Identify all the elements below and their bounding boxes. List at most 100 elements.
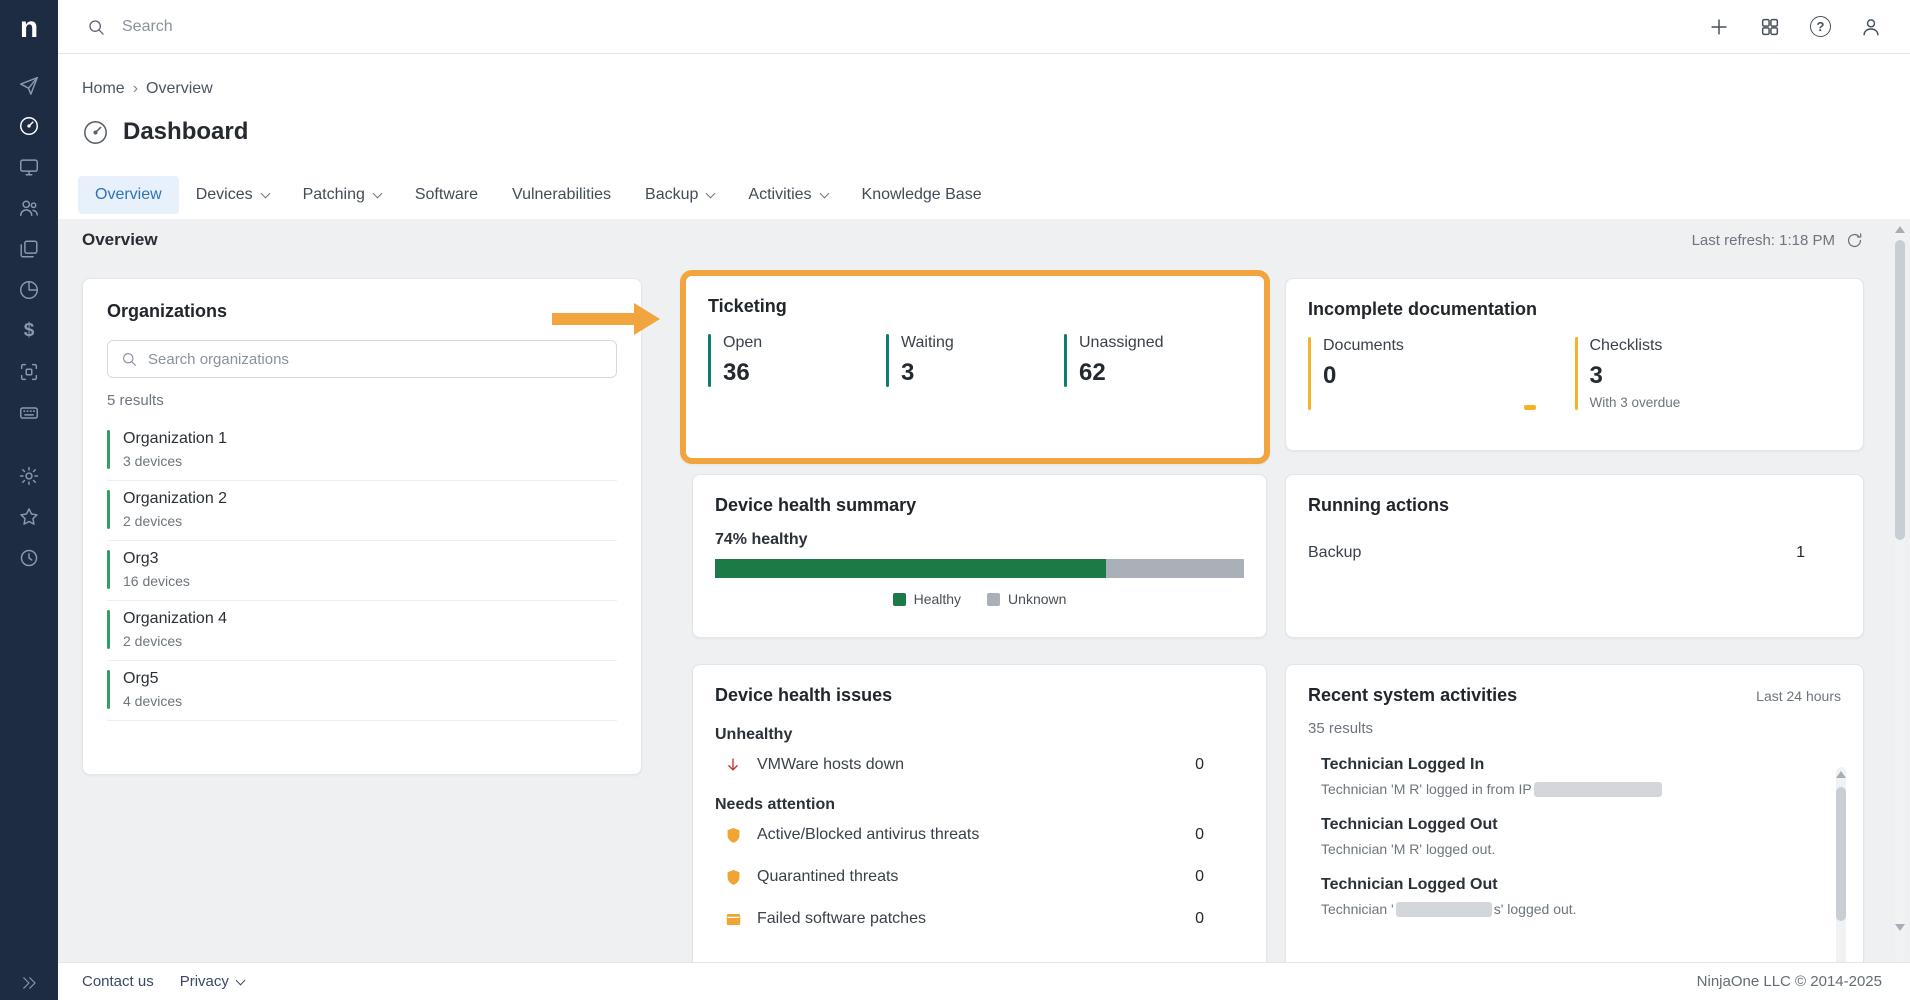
scroll-down-arrow-icon[interactable] [1895,924,1905,931]
tab-vulnerabilities[interactable]: Vulnerabilities [495,176,628,214]
ticketing-stat-open[interactable]: Open 36 [708,334,886,387]
help-button[interactable]: ? [1810,16,1831,37]
list-item[interactable]: Technician Logged Out Technician 's' log… [1308,876,1841,917]
list-item[interactable]: Organization 1 3 devices [107,421,617,481]
pie-chart-icon [18,279,40,301]
contact-us-link[interactable]: Contact us [82,973,154,990]
breadcrumb-home[interactable]: Home [82,80,125,98]
running-action-row[interactable]: Backup 1 [1308,544,1841,562]
refresh-icon[interactable] [1845,231,1864,250]
list-item[interactable]: Technician Logged Out Technician 'M R' l… [1308,816,1841,857]
list-item[interactable]: Organization 4 2 devices [107,601,617,661]
sidebar: n $ [0,0,58,1000]
tab-software[interactable]: Software [398,176,495,214]
layers-icon [18,238,40,260]
tab-devices[interactable]: Devices [179,176,286,214]
account-button[interactable] [1860,16,1882,38]
sidebar-item-devices[interactable] [0,146,58,187]
dashboard-gauge-icon [18,115,40,137]
chevron-down-icon [706,189,716,199]
scrollbar-thumb[interactable] [1836,787,1846,921]
page-title: Dashboard [123,118,248,146]
apps-button[interactable] [1759,16,1781,38]
issue-row-quarantined[interactable]: Quarantined threats 0 [715,856,1244,898]
sidebar-item-getting-started[interactable] [0,64,58,105]
section-title: Overview [82,230,158,250]
ticketing-title: Ticketing [708,296,1242,317]
issue-row-vmware[interactable]: VMWare hosts down 0 [715,744,1244,786]
ninjaone-logo[interactable]: n [0,0,58,56]
shield-icon [723,826,743,845]
sidebar-item-reporting[interactable] [0,269,58,310]
sidebar-expand-button[interactable] [0,974,58,992]
double-chevron-right-icon [20,974,38,992]
health-progress-fill [715,559,1106,578]
unknown-legend-swatch [987,593,1000,606]
device-health-issues-title: Device health issues [715,685,1244,706]
page-scrollbar[interactable] [1894,222,1906,962]
tab-activities[interactable]: Activities [731,176,844,214]
sidebar-item-recent[interactable] [0,537,58,578]
scrollbar-thumb[interactable] [1895,240,1905,540]
shield-icon [723,868,743,887]
tab-backup[interactable]: Backup [628,176,731,214]
add-button[interactable] [1708,16,1730,38]
scroll-up-arrow-icon[interactable] [1895,226,1905,233]
healthy-legend-swatch [893,593,906,606]
sidebar-item-dashboard[interactable] [0,105,58,146]
recent-activities-title: Recent system activities [1308,685,1517,706]
highlight-arrow [552,303,662,335]
running-actions-card: Running actions Backup 1 [1285,474,1864,638]
sidebar-item-remote-tools[interactable] [0,392,58,433]
patch-window-icon [723,910,743,929]
health-progress-bar[interactable] [715,559,1244,578]
sidebar-item-favorites[interactable] [0,496,58,537]
scroll-up-arrow-icon[interactable] [1836,771,1846,778]
sidebar-item-billing[interactable]: $ [0,310,58,351]
activity-detail: Technician 'M R' logged out. [1321,841,1841,857]
organizations-search-input[interactable] [148,351,604,368]
last-refresh-text: Last refresh: 1:18 PM [1692,232,1835,249]
dashboard-title-icon [82,119,109,146]
chevron-down-icon [260,189,270,199]
issue-row-antivirus[interactable]: Active/Blocked antivirus threats 0 [715,814,1244,856]
group-heading-needs-attention: Needs attention [715,796,1244,814]
ticketing-stat-unassigned[interactable]: Unassigned 62 [1064,334,1242,387]
issue-row-failed-patches[interactable]: Failed software patches 0 [715,898,1244,940]
sidebar-item-administration[interactable] [0,455,58,496]
redacted-text [1534,782,1662,797]
list-item[interactable]: Technician Logged In Technician 'M R' lo… [1308,756,1841,797]
tab-bar: Overview Devices Patching Software Vulne… [78,176,999,214]
overdue-note: With 3 overdue [1590,395,1681,410]
activities-scrollbar[interactable] [1835,767,1847,989]
tab-patching[interactable]: Patching [286,176,398,214]
stat-accent-bar [1575,337,1578,410]
grid-icon [1759,16,1781,38]
arrow-down-icon [723,756,743,774]
breadcrumb: Home › Overview [82,80,213,98]
tab-knowledge-base[interactable]: Knowledge Base [845,176,999,214]
privacy-link[interactable]: Privacy [180,973,244,990]
recent-activities-card: Recent system activities Last 24 hours 3… [1285,664,1864,996]
sidebar-item-discovery[interactable] [0,351,58,392]
documents-stat[interactable]: Documents 0 [1308,337,1575,410]
list-item[interactable]: Org3 16 devices [107,541,617,601]
group-heading-unhealthy: Unhealthy [715,726,1244,744]
list-item[interactable]: Org5 4 devices [107,661,617,721]
stat-accent-bar [1064,334,1067,387]
incomplete-documentation-card: Incomplete documentation Documents 0 Che… [1285,278,1864,451]
sidebar-item-policies[interactable] [0,228,58,269]
users-icon [18,197,40,219]
global-search-input[interactable] [122,18,542,36]
ticketing-stat-waiting[interactable]: Waiting 3 [886,334,1064,387]
tab-overview[interactable]: Overview [78,176,179,214]
health-legend: Healthy Unknown [715,591,1244,607]
dollar-icon: $ [24,321,35,340]
sidebar-item-users[interactable] [0,187,58,228]
search-icon [120,350,138,368]
checklists-stat[interactable]: Checklists 3 With 3 overdue [1575,337,1842,410]
list-item[interactable]: Organization 2 2 devices [107,481,617,541]
activity-title: Technician Logged Out [1321,816,1841,834]
organizations-result-count: 5 results [107,392,617,409]
stat-accent-bar [1308,337,1311,410]
